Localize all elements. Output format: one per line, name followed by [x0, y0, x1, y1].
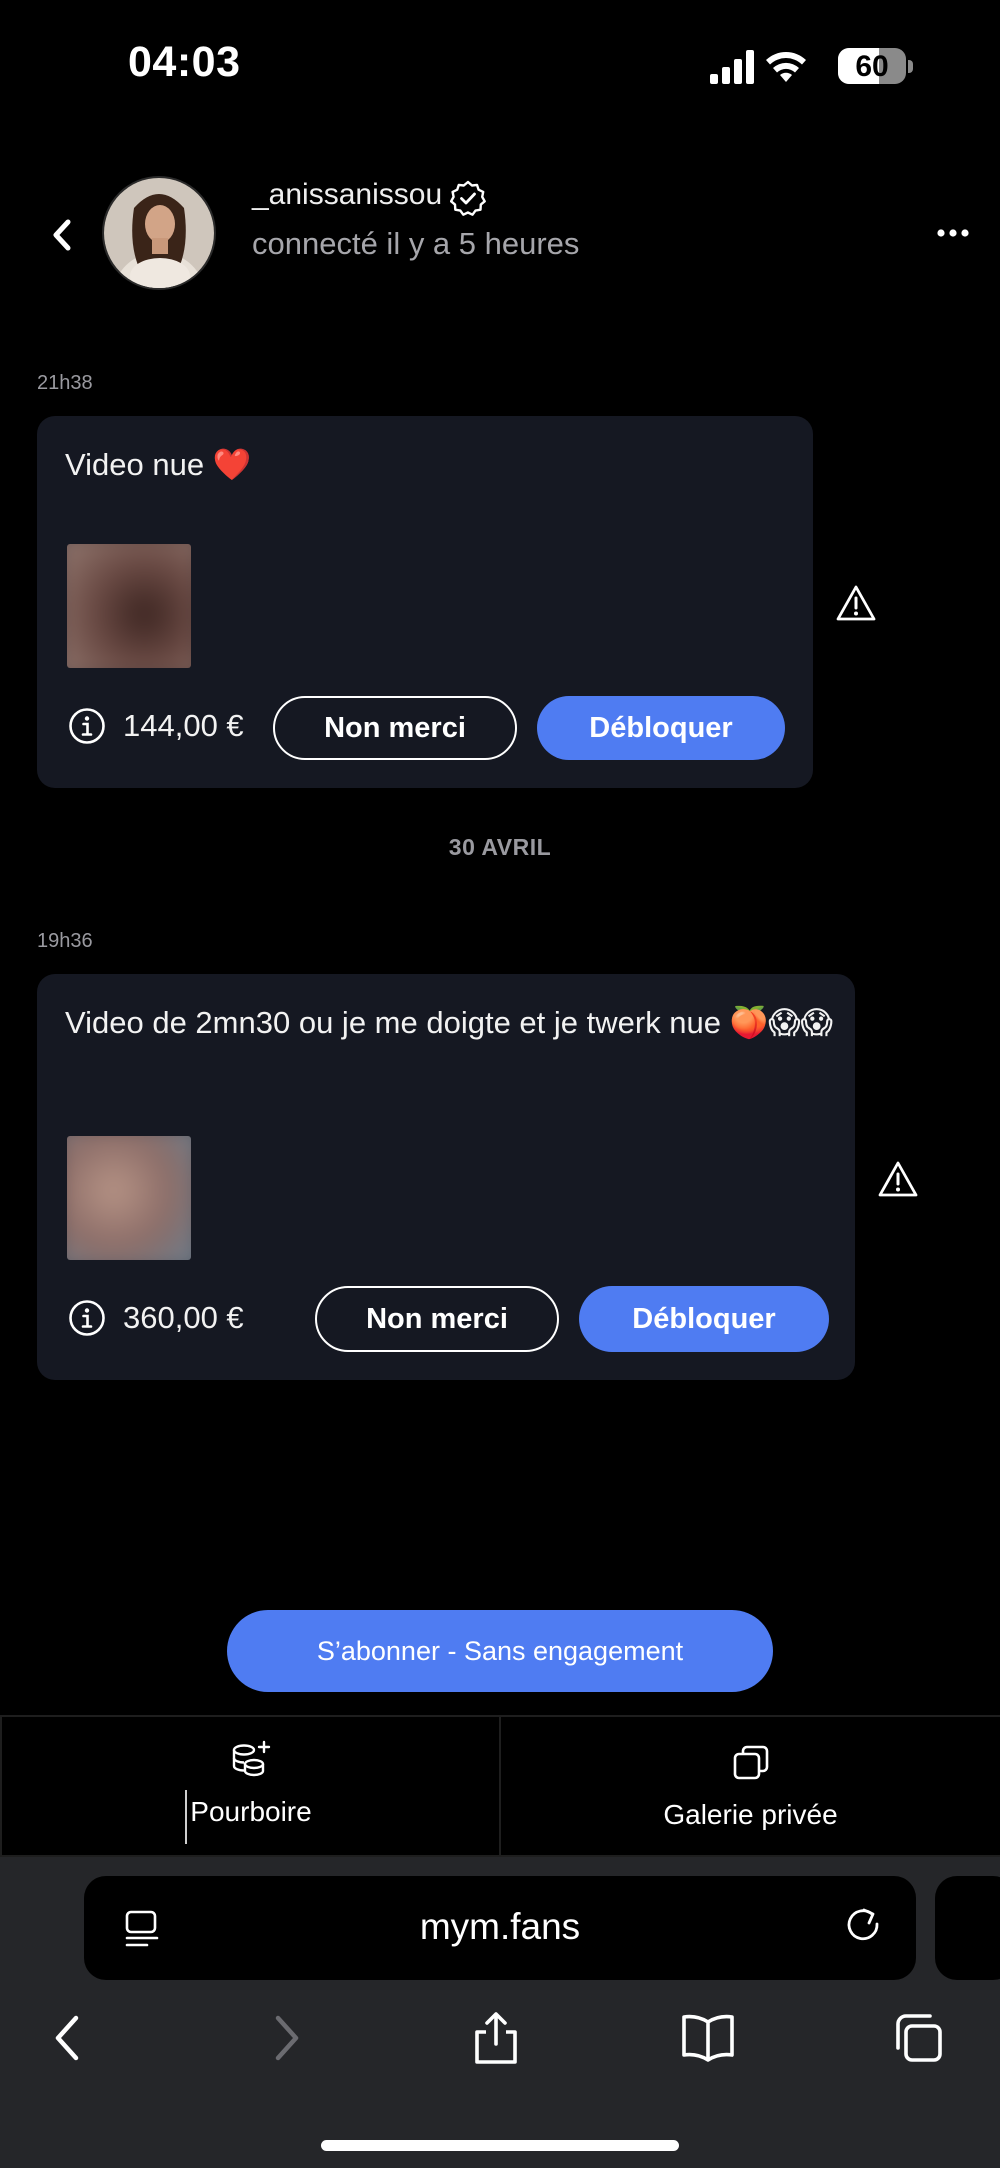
- message-time: 21h38: [37, 372, 93, 394]
- gallery-stack-icon: [733, 1745, 769, 1780]
- battery-level: 60: [855, 50, 889, 83]
- report-warning-icon[interactable]: [834, 583, 878, 623]
- username[interactable]: _anissanissou: [252, 178, 442, 212]
- info-icon[interactable]: [67, 1298, 107, 1338]
- coins-plus-icon: [232, 1740, 271, 1777]
- decline-button[interactable]: Non merci: [273, 696, 517, 760]
- bookmarks-icon[interactable]: [678, 2010, 738, 2066]
- tabs-icon[interactable]: [890, 2010, 950, 2066]
- locked-media-thumbnail[interactable]: [67, 1136, 191, 1260]
- browser-forward-icon[interactable]: [256, 2010, 316, 2066]
- tip-label: Pourboire: [190, 1796, 312, 1827]
- avatar[interactable]: [102, 176, 216, 290]
- signal-wifi-icons: [710, 50, 806, 84]
- browser-back-icon[interactable]: [38, 2010, 98, 2066]
- gallery-label: Galerie privée: [663, 1799, 838, 1830]
- message-text: Video nue ❤️: [65, 447, 252, 482]
- message-text: Video de 2mn30 ou je me doigte et je twe…: [65, 1005, 833, 1040]
- share-icon[interactable]: [466, 2010, 526, 2066]
- battery-tip: [908, 60, 913, 73]
- verified-badge-icon: [450, 180, 486, 216]
- back-chevron-icon[interactable]: [44, 210, 80, 260]
- info-icon[interactable]: [67, 706, 107, 746]
- tip-button[interactable]: Pourboire: [0, 1717, 499, 1855]
- presence-status: connecté il y a 5 heures: [252, 226, 580, 261]
- message-bubble: Video nue ❤️ 144,00 € Non merci Débloque…: [37, 416, 813, 788]
- url-text[interactable]: mym.fans: [84, 1906, 916, 1948]
- decline-button[interactable]: Non merci: [315, 1286, 559, 1352]
- unlock-button[interactable]: Débloquer: [579, 1286, 829, 1352]
- private-gallery-button[interactable]: Galerie privée: [501, 1717, 1000, 1855]
- next-tab-preview[interactable]: [935, 1876, 1000, 1980]
- home-indicator[interactable]: [321, 2140, 679, 2151]
- locked-media-thumbnail[interactable]: [67, 544, 191, 668]
- subscribe-button[interactable]: S’abonner - Sans engagement: [227, 1610, 773, 1692]
- status-time: 04:03: [128, 38, 241, 86]
- message-bubble: Video de 2mn30 ou je me doigte et je twe…: [37, 974, 855, 1380]
- ellipsis-icon[interactable]: [930, 218, 976, 248]
- cellular-signal-icon: [710, 50, 754, 84]
- price: 360,00 €: [123, 1300, 244, 1335]
- date-separator: 30 AVRIL: [448, 834, 552, 860]
- unlock-button[interactable]: Débloquer: [537, 696, 785, 760]
- message-time: 19h36: [37, 930, 93, 952]
- wifi-icon: [766, 52, 806, 82]
- report-warning-icon[interactable]: [876, 1159, 920, 1199]
- reload-icon[interactable]: [842, 1904, 888, 1952]
- price: 144,00 €: [123, 708, 244, 743]
- battery-icon: 60: [838, 48, 906, 84]
